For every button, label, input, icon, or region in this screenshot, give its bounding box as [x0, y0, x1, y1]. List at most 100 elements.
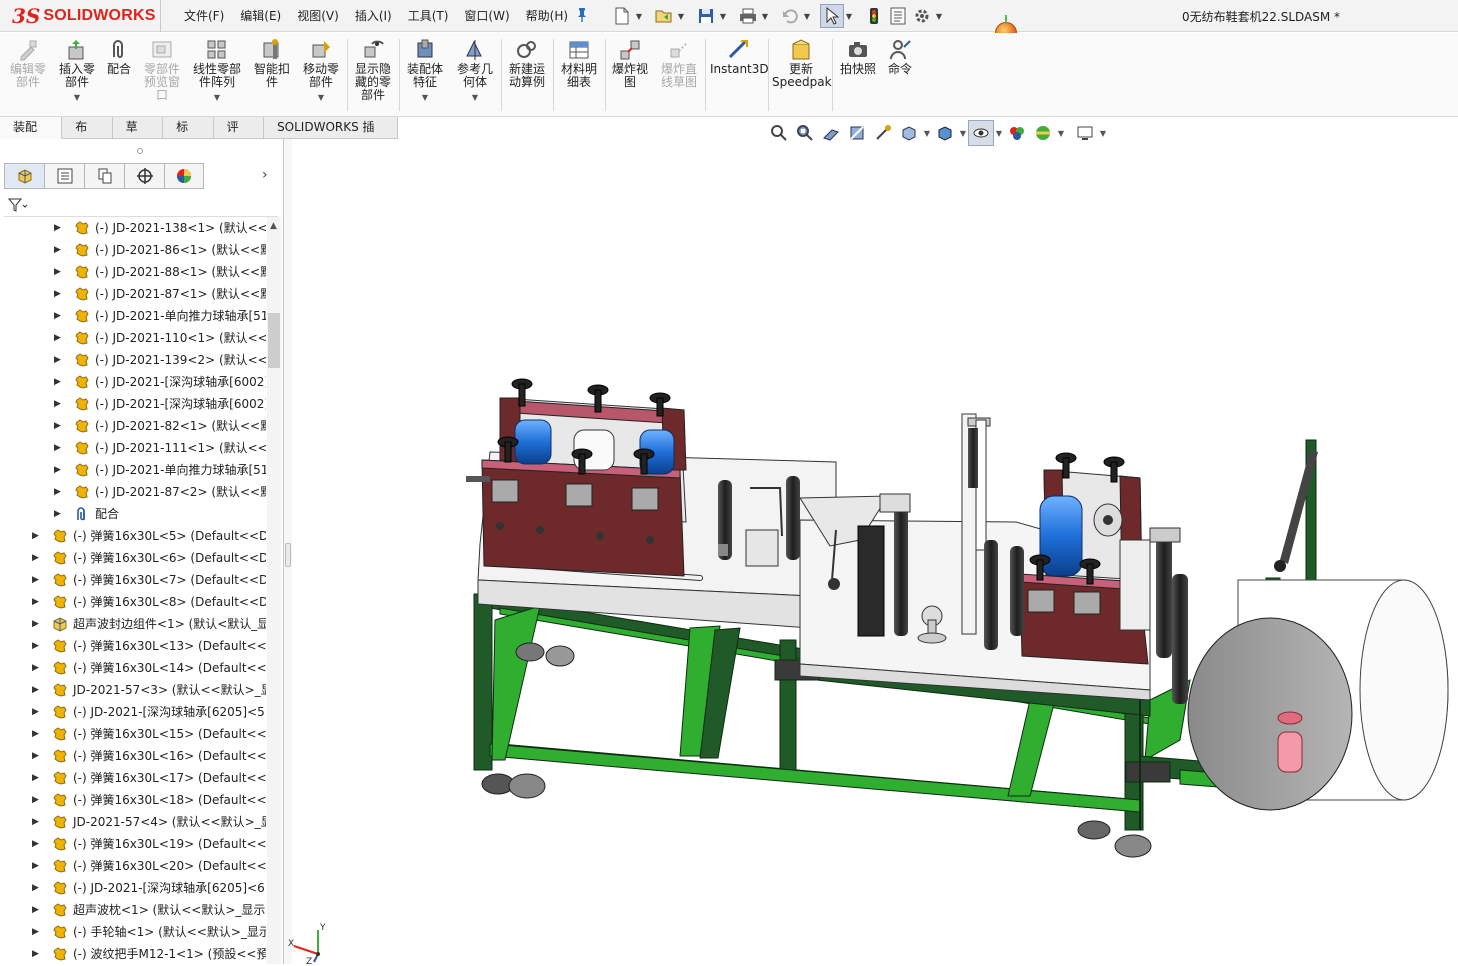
section-view-icon[interactable] — [844, 120, 870, 146]
tree-row[interactable]: ▶ (-) 弹簧16x30L<8> (Default<<Def — [0, 591, 266, 613]
splitter-grip-icon[interactable] — [285, 543, 291, 567]
expand-arrow-icon[interactable]: ▶ — [32, 767, 39, 789]
expand-arrow-icon[interactable]: ▶ — [32, 855, 39, 877]
tree-row[interactable]: ▶ (-) 弹簧16x30L<15> (Default<<De — [0, 723, 266, 745]
expand-arrow-icon[interactable]: ▶ — [32, 811, 39, 833]
menu-item[interactable]: 文件(F) — [176, 0, 232, 32]
chevron-right-icon[interactable]: › — [262, 167, 268, 183]
new-motion-study-button[interactable]: 新建运 动算例 — [504, 39, 550, 89]
display-style-icon[interactable] — [932, 120, 958, 146]
panel-splitter[interactable] — [284, 139, 292, 964]
tree-scrollbar[interactable]: ▲ — [267, 217, 281, 964]
view-orientation-dropdown[interactable]: ▼ — [922, 129, 932, 138]
update-speedpak-button[interactable]: 更新 Speedpak — [772, 39, 832, 89]
rebuild-traffic-light-icon[interactable] — [862, 4, 886, 28]
graphics-viewport[interactable]: Y X Z — [288, 146, 1458, 966]
tree-row[interactable]: ▶ (-) JD-2021-[深沟球轴承[6002] — [0, 393, 266, 415]
expand-arrow-icon[interactable]: ▶ — [54, 239, 61, 261]
take-snapshot-button[interactable]: 拍快照 — [836, 39, 880, 76]
menu-item[interactable]: 插入(I) — [347, 0, 400, 32]
property-manager-tab-icon[interactable] — [44, 163, 84, 189]
expand-arrow-icon[interactable]: ▶ — [32, 701, 39, 723]
expand-arrow-icon[interactable]: ▶ — [32, 591, 39, 613]
show-hidden-components-button[interactable]: 显示隐 藏的零 部件 — [350, 39, 396, 102]
undo-dropdown[interactable]: ▼ — [802, 4, 812, 28]
apply-scene-dropdown[interactable]: ▼ — [1056, 129, 1066, 138]
tree-row[interactable]: ▶ (-) 弹簧16x30L<16> (Default<<De — [0, 745, 266, 767]
expand-arrow-icon[interactable]: ▶ — [32, 833, 39, 855]
tree-row[interactable]: ▶ 超声波枕<1> (默认<<默认>_显示状 — [0, 899, 266, 921]
open-document-icon[interactable] — [652, 4, 676, 28]
expand-arrow-icon[interactable]: ▶ — [54, 349, 61, 371]
mate-button[interactable]: 配合 — [102, 39, 136, 76]
view-orientation-icon[interactable] — [896, 120, 922, 146]
menu-item[interactable]: 帮助(H) — [518, 0, 576, 32]
expand-arrow-icon[interactable]: ▶ — [54, 371, 61, 393]
bill-of-materials-button[interactable]: 材料明 细表 — [556, 39, 602, 89]
tree-row[interactable]: ▶ (-) 手轮轴<1> (默认<<默认>_显示 — [0, 921, 266, 943]
insert-components-dropdown[interactable]: ▼ — [54, 91, 100, 104]
expand-arrow-icon[interactable]: ▶ — [54, 283, 61, 305]
menu-item[interactable]: 工具(T) — [400, 0, 457, 32]
dynamic-annotation-icon[interactable] — [870, 120, 896, 146]
tab[interactable]: 评估 — [213, 117, 265, 155]
tree-row[interactable]: ▶ (-) 波纹把手M12-1<1> (预設<<預 — [0, 943, 266, 964]
tree-row[interactable]: ▶ (-) 弹簧16x30L<19> (Default<<De — [0, 833, 266, 855]
instant3d-button[interactable]: Instant3D — [710, 39, 769, 76]
tree-row[interactable]: ▶ (-) 弹簧16x30L<20> (Default<<De — [0, 855, 266, 877]
linear-component-pattern-button[interactable]: 线性零部 件阵列 ▼ — [188, 39, 246, 104]
tree-row[interactable]: ▶ (-) JD-2021-87<2> (默认<<默 — [0, 481, 266, 503]
expand-arrow-icon[interactable]: ▶ — [32, 635, 39, 657]
tree-row[interactable]: ▶ JD-2021-57<4> (默认<<默认>_显 — [0, 811, 266, 833]
tree-row[interactable]: ▶ 配合 — [0, 503, 266, 525]
expand-arrow-icon[interactable]: ▶ — [32, 789, 39, 811]
insert-components-button[interactable]: 插入零 部件 ▼ — [54, 39, 100, 104]
tree-row[interactable]: ▶ (-) 弹簧16x30L<17> (Default<<De — [0, 767, 266, 789]
expand-arrow-icon[interactable]: ▶ — [54, 261, 61, 283]
assembly-features-dropdown[interactable]: ▼ — [403, 91, 447, 104]
expand-arrow-icon[interactable]: ▶ — [54, 437, 61, 459]
tree-row[interactable]: ▶ (-) 弹簧16x30L<13> (Default<<De — [0, 635, 266, 657]
tree-row[interactable]: ▶ (-) 弹簧16x30L<7> (Default<<Def — [0, 569, 266, 591]
panel-grip-icon[interactable] — [137, 148, 143, 154]
hide-show-items-icon[interactable] — [968, 120, 994, 146]
configuration-manager-tab-icon[interactable] — [84, 163, 124, 189]
expand-arrow-icon[interactable]: ▶ — [32, 613, 39, 635]
tree-row[interactable]: ▶ (-) JD-2021-[深沟球轴承[6205]<5> — [0, 701, 266, 723]
expand-arrow-icon[interactable]: ▶ — [32, 745, 39, 767]
expand-arrow-icon[interactable]: ▶ — [32, 679, 39, 701]
tree-row[interactable]: ▶ (-) JD-2021-139<2> (默认<<默 — [0, 349, 266, 371]
expand-arrow-icon[interactable]: ▶ — [54, 217, 61, 239]
tree-row[interactable]: ▶ (-) JD-2021-82<1> (默认<<默 — [0, 415, 266, 437]
hide-show-dropdown[interactable]: ▼ — [994, 129, 1004, 138]
display-manager-tab-icon[interactable] — [164, 163, 204, 189]
scroll-up-icon[interactable]: ▲ — [270, 221, 277, 231]
tree-row[interactable]: ▶ (-) JD-2021-110<1> (默认<<默 — [0, 327, 266, 349]
reference-geometry-button[interactable]: 参考几 何体 ▼ — [452, 39, 498, 104]
edit-component-button[interactable]: 编辑零 部件 — [6, 39, 50, 89]
tree-row[interactable]: ▶ (-) 弹簧16x30L<5> (Default<<Def — [0, 525, 266, 547]
tab[interactable]: 布局 — [62, 117, 113, 155]
expand-arrow-icon[interactable]: ▶ — [32, 569, 39, 591]
filter-icon[interactable] — [7, 197, 28, 217]
file-properties-icon[interactable] — [886, 4, 910, 28]
assembly-features-button[interactable]: 装配体 特征 ▼ — [403, 39, 447, 104]
tree-row[interactable]: ▶ (-) JD-2021-[深沟球轴承[6205]<6> — [0, 877, 266, 899]
save-dropdown[interactable]: ▼ — [718, 4, 728, 28]
save-icon[interactable] — [694, 4, 718, 28]
tree-row[interactable]: ▶ (-) 弹簧16x30L<14> (Default<<De — [0, 657, 266, 679]
tree-row[interactable]: ▶ (-) JD-2021-[深沟球轴承[6002] — [0, 371, 266, 393]
tree-row[interactable]: ▶ (-) JD-2021-88<1> (默认<<默 — [0, 261, 266, 283]
tree-row[interactable]: ▶ JD-2021-57<3> (默认<<默认>_显 — [0, 679, 266, 701]
open-document-dropdown[interactable]: ▼ — [676, 4, 686, 28]
menu-item[interactable]: 编辑(E) — [232, 0, 289, 32]
options-dropdown[interactable]: ▼ — [934, 4, 944, 28]
tab[interactable]: 草图 — [112, 117, 164, 155]
tree-row[interactable]: ▶ (-) 弹簧16x30L<18> (Default<<De — [0, 789, 266, 811]
pin-icon[interactable] — [575, 7, 589, 23]
tab[interactable]: 标注 — [163, 117, 214, 155]
tree-row[interactable]: ▶ (-) JD-2021-138<1> (默认<<默 — [0, 217, 266, 239]
expand-arrow-icon[interactable]: ▶ — [32, 525, 39, 547]
move-component-dropdown[interactable]: ▼ — [298, 91, 344, 104]
smart-fasteners-button[interactable]: 智能扣 件 — [250, 39, 294, 89]
